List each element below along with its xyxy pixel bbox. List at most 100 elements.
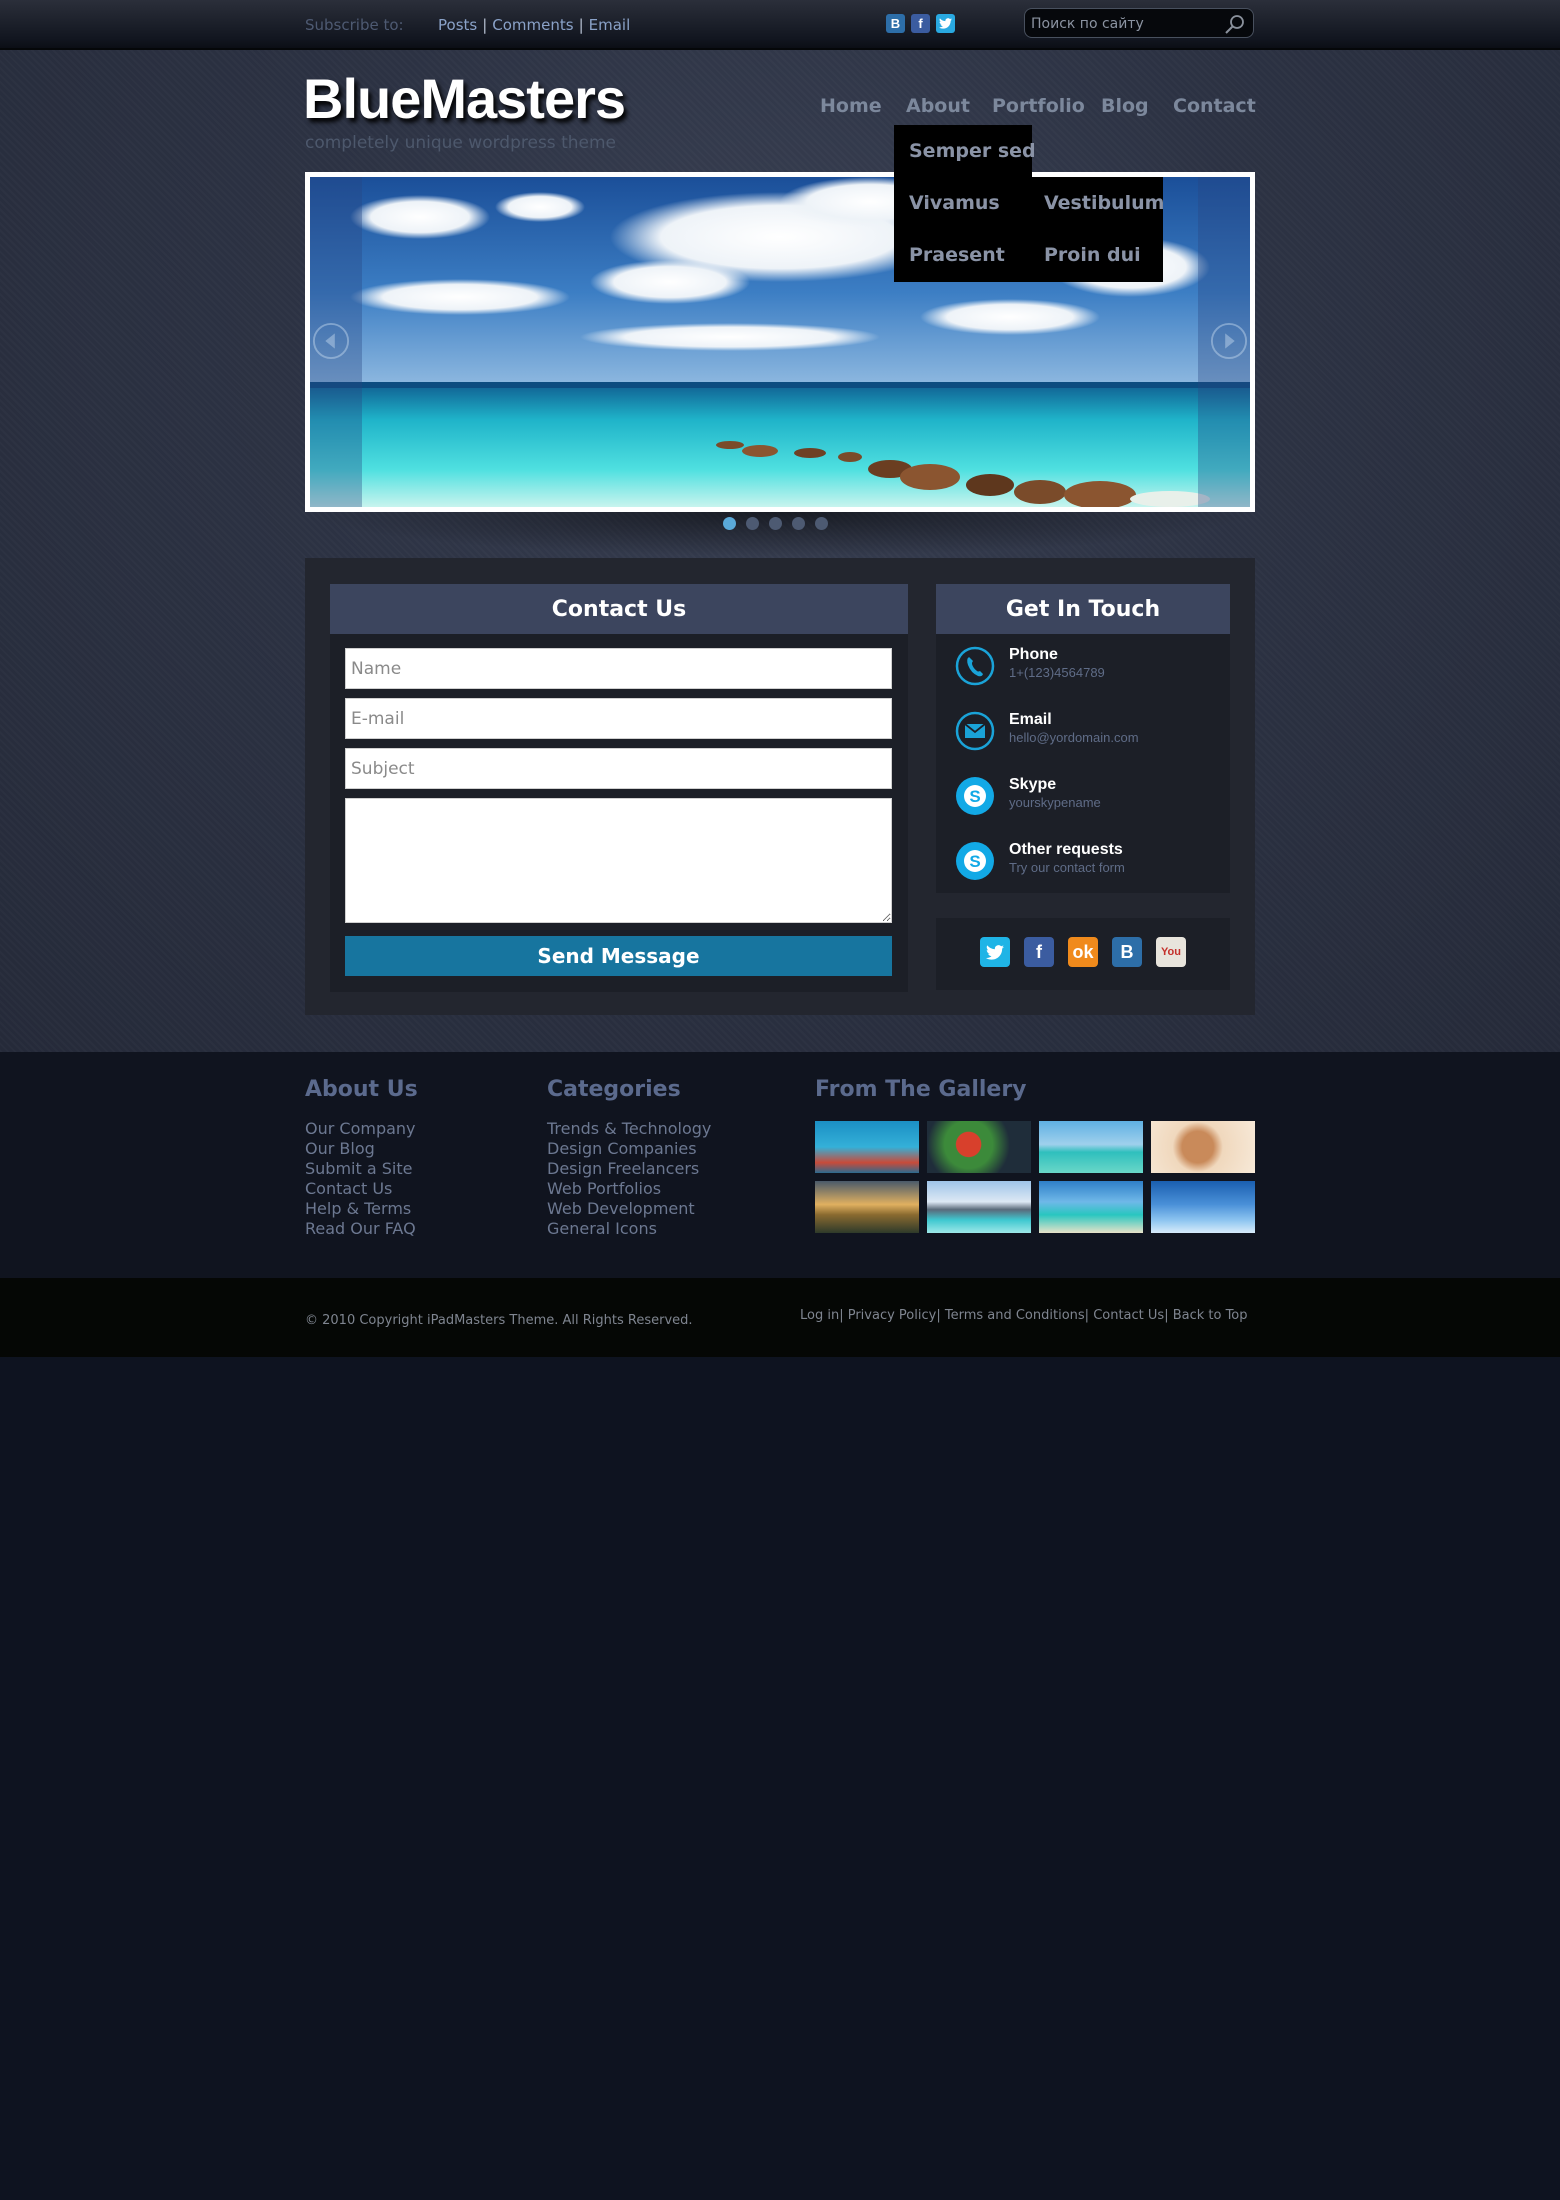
search-box — [1024, 8, 1254, 38]
footer-link[interactable]: Web Portfolios — [547, 1179, 711, 1199]
search-icon[interactable] — [1223, 12, 1247, 36]
touch-sub: yourskypename — [1009, 795, 1101, 810]
search-input[interactable] — [1029, 12, 1223, 36]
touch-email: Email hello@yordomain.com — [955, 705, 1225, 755]
login-link[interactable]: Log in — [800, 1308, 839, 1323]
dropdown-item[interactable]: Vestibulum — [1044, 192, 1164, 214]
nav-blog[interactable]: Blog — [1101, 95, 1149, 117]
slider-dot-3[interactable] — [769, 517, 782, 530]
subject-field[interactable] — [345, 748, 892, 789]
categories-heading: Categories — [547, 1077, 681, 1102]
contact-us-link[interactable]: Contact Us — [1093, 1308, 1164, 1323]
subscribe-email-link[interactable]: Email — [589, 16, 631, 34]
dropdown-item[interactable]: Praesent — [909, 244, 1005, 266]
gallery-thumbnail[interactable] — [1039, 1181, 1143, 1233]
gallery-thumbnail[interactable] — [927, 1121, 1031, 1173]
slider-prev-panel[interactable] — [310, 177, 362, 507]
about-links: Our Company Our Blog Submit a Site Conta… — [305, 1119, 416, 1239]
touch-phone: Phone 1+(123)4564789 — [955, 640, 1225, 690]
dropdown-item[interactable]: Proin dui — [1044, 244, 1141, 266]
footer-link[interactable]: Web Development — [547, 1199, 711, 1219]
touch-sub[interactable]: Try our contact form — [1009, 860, 1125, 875]
skype-icon: S — [956, 842, 994, 880]
nav-home[interactable]: Home — [820, 95, 882, 117]
categories-links: Trends & Technology Design Companies Des… — [547, 1119, 711, 1239]
send-message-button[interactable]: Send Message — [345, 936, 892, 976]
facebook-icon[interactable]: f — [911, 14, 930, 33]
slider-next-panel[interactable] — [1198, 177, 1250, 507]
gallery-thumbnail[interactable] — [927, 1181, 1031, 1233]
get-in-touch-heading: Get In Touch — [936, 584, 1230, 634]
site-logo[interactable]: BlueMasters — [303, 66, 626, 131]
site-tagline: completely unique wordpress theme — [305, 133, 616, 153]
copyright-text: © 2010 Copyright iPadMasters Theme. All … — [305, 1313, 693, 1328]
email-icon — [955, 711, 995, 751]
arrow-right-icon[interactable] — [1210, 322, 1248, 360]
message-field[interactable] — [345, 798, 892, 923]
nav-portfolio[interactable]: Portfolio — [992, 95, 1085, 117]
back-to-top-link[interactable]: Back to Top — [1173, 1308, 1248, 1323]
terms-link[interactable]: Terms and Conditions — [945, 1308, 1085, 1323]
facebook-icon[interactable]: f — [1024, 937, 1054, 967]
subscribe-links: Posts | Comments | Email — [438, 16, 631, 34]
touch-title: Other requests — [1009, 841, 1123, 858]
slider-dot-4[interactable] — [792, 517, 805, 530]
skype-icon: S — [956, 777, 994, 815]
touch-skype: S Skype yourskypename — [955, 770, 1225, 820]
slider-dot-1[interactable] — [723, 517, 736, 530]
top-social-icons: B f — [886, 14, 955, 33]
bottom-links: Log in| Privacy Policy| Terms and Condit… — [800, 1308, 1248, 1323]
top-bar: Subscribe to: Posts | Comments | Email B f — [0, 0, 1560, 50]
touch-sub: 1+(123)4564789 — [1009, 665, 1105, 680]
nav-contact[interactable]: Contact — [1173, 95, 1256, 117]
youtube-icon[interactable]: You — [1156, 937, 1186, 967]
about-us-heading: About Us — [305, 1077, 418, 1102]
gallery-thumbnail[interactable] — [815, 1121, 919, 1173]
footer-link[interactable]: General Icons — [547, 1219, 711, 1239]
nav-about[interactable]: About — [906, 95, 970, 117]
social-box: f ok B You — [936, 918, 1230, 990]
footer-link[interactable]: Design Companies — [547, 1139, 711, 1159]
touch-title: Phone — [1009, 646, 1058, 663]
footer-link[interactable]: Contact Us — [305, 1179, 416, 1199]
svg-text:S: S — [969, 787, 980, 806]
subscribe-comments-link[interactable]: Comments — [492, 16, 573, 34]
touch-sub[interactable]: hello@yordomain.com — [1009, 730, 1139, 745]
gallery-thumbnail[interactable] — [1039, 1121, 1143, 1173]
footer-link[interactable]: Design Freelancers — [547, 1159, 711, 1179]
gallery-thumbnail[interactable] — [1151, 1181, 1255, 1233]
slider-dot-2[interactable] — [746, 517, 759, 530]
footer-link[interactable]: Trends & Technology — [547, 1119, 711, 1139]
footer-link[interactable]: Read Our FAQ — [305, 1219, 416, 1239]
touch-title: Email — [1009, 711, 1052, 728]
privacy-policy-link[interactable]: Privacy Policy — [848, 1308, 937, 1323]
footer-link[interactable]: Our Blog — [305, 1139, 416, 1159]
subscribe-posts-link[interactable]: Posts — [438, 16, 477, 34]
gallery-thumbnail[interactable] — [1151, 1121, 1255, 1173]
svg-text:S: S — [969, 852, 980, 871]
gallery-heading: From The Gallery — [815, 1077, 1027, 1102]
bottom-bar — [0, 1278, 1560, 1357]
touch-title: Skype — [1009, 776, 1057, 793]
slider-pagination — [723, 517, 828, 530]
name-field[interactable] — [345, 648, 892, 689]
footer-link[interactable]: Submit a Site — [305, 1159, 416, 1179]
slider-dot-5[interactable] — [815, 517, 828, 530]
odnoklassniki-icon[interactable]: ok — [1068, 937, 1098, 967]
twitter-icon[interactable] — [980, 937, 1010, 967]
gallery-thumbnail[interactable] — [815, 1181, 919, 1233]
footer-link[interactable]: Help & Terms — [305, 1199, 416, 1219]
contact-us-heading: Contact Us — [330, 584, 908, 634]
arrow-left-icon[interactable] — [312, 322, 350, 360]
dropdown-item[interactable]: Vivamus — [909, 192, 1000, 214]
twitter-icon[interactable] — [936, 14, 955, 33]
footer — [0, 1052, 1560, 1278]
vk-icon[interactable]: B — [1112, 937, 1142, 967]
phone-icon — [955, 646, 995, 686]
email-field[interactable] — [345, 698, 892, 739]
touch-other: S Other requests Try our contact form — [955, 835, 1225, 885]
dropdown-item[interactable]: Semper sed — [909, 140, 1036, 162]
subscribe-label: Subscribe to: — [305, 16, 404, 34]
vk-icon[interactable]: B — [886, 14, 905, 33]
footer-link[interactable]: Our Company — [305, 1119, 416, 1139]
